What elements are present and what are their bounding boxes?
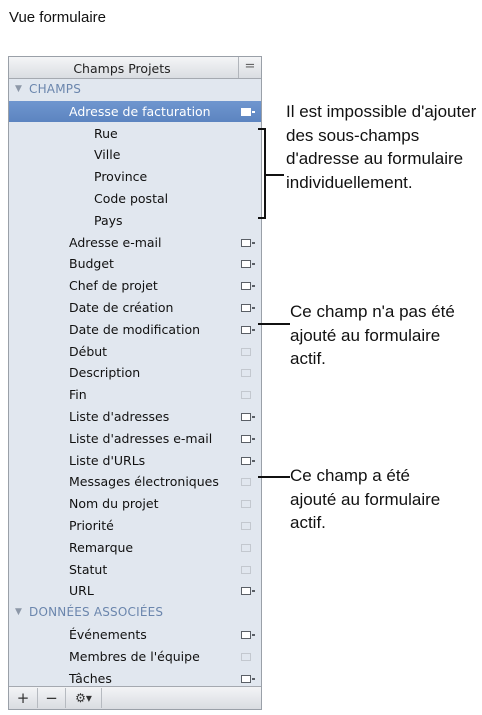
fields-tree[interactable]: ▼ CHAMPS Adresse de facturation Rue Ville Pro… <box>9 79 261 686</box>
row-label: Chef de projet <box>69 278 158 294</box>
field-not-on-form-icon <box>241 652 251 661</box>
field-row[interactable]: Date de création <box>9 297 261 318</box>
field-row[interactable]: Description <box>9 362 261 383</box>
row-label: Tâches <box>69 670 112 686</box>
section-header[interactable]: ▼ CHAMPS <box>9 79 261 100</box>
field-row[interactable]: Événements <box>9 624 261 645</box>
page-title: Vue formulaire <box>9 9 106 26</box>
row-label: Budget <box>69 256 114 272</box>
field-row[interactable]: Nom du projet <box>9 493 261 514</box>
field-row[interactable]: Priorité <box>9 515 261 536</box>
field-on-form-icon <box>241 282 255 291</box>
callout-address-subfields: Il est impossible d'ajouter des sous-cha… <box>286 102 477 192</box>
field-not-on-form-icon <box>241 478 251 487</box>
field-on-form-icon <box>241 260 255 269</box>
row-label: Fin <box>69 387 87 403</box>
field-on-form-icon <box>241 325 255 334</box>
subfield-row[interactable]: Ville <box>9 144 261 165</box>
callout-bracket-top <box>258 128 266 130</box>
callout-field-not-added: Ce champ n'a pas été ajouté au formulair… <box>290 302 455 368</box>
row-label: CHAMPS <box>29 82 82 96</box>
field-on-form-icon <box>241 674 255 683</box>
field-row[interactable]: Début <box>9 341 261 362</box>
add-field-button[interactable]: + <box>9 688 38 708</box>
field-row[interactable]: Liste d'adresses <box>9 406 261 427</box>
panel-title: Champs Projets <box>73 61 171 76</box>
subfield-row[interactable]: Pays <box>9 210 261 231</box>
field-row[interactable]: Adresse e-mail <box>9 232 261 253</box>
field-on-form-icon <box>241 631 255 639</box>
field-row[interactable]: Membres de l'équipe <box>9 646 261 667</box>
field-not-on-form-icon <box>241 500 251 509</box>
row-label: Événements <box>69 627 147 642</box>
field-row[interactable]: Chef de projet <box>9 275 261 296</box>
panel-header: Champs Projets = <box>9 57 261 79</box>
row-label: Début <box>69 343 108 359</box>
field-on-form-icon <box>241 413 255 421</box>
row-label: Rue <box>94 125 118 141</box>
subfield-row[interactable]: Rue <box>9 123 261 144</box>
row-label: Liste d'adresses <box>69 409 170 424</box>
row-label: Priorité <box>69 518 114 533</box>
field-row[interactable]: Remarque <box>9 537 261 558</box>
field-row[interactable]: Statut <box>9 559 261 580</box>
field-on-form-icon <box>241 456 255 465</box>
field-not-on-form-icon <box>241 543 251 552</box>
row-label: Liste d'URLs <box>69 452 146 468</box>
callout-leader-added <box>258 476 290 478</box>
subfield-row[interactable]: Province <box>9 166 261 187</box>
field-row[interactable]: Budget <box>9 253 261 274</box>
row-label: Remarque <box>69 539 134 555</box>
field-row[interactable]: Liste d'URLs <box>9 450 261 471</box>
callout-field-added: Ce champ a été ajouté au formulaire acti… <box>290 466 441 532</box>
field-on-form-icon <box>241 304 255 312</box>
disclosure-triangle-icon[interactable]: ▼ <box>15 607 22 617</box>
section-header[interactable]: ▼ DONNÉES ASSOCIÉES <box>9 602 261 623</box>
field-on-form-icon <box>241 587 255 596</box>
field-row[interactable]: Date de modification <box>9 319 261 340</box>
field-row[interactable]: URL <box>9 580 261 601</box>
row-label: Adresse e-mail <box>69 234 162 250</box>
field-row[interactable]: Adresse de facturation <box>9 100 261 122</box>
callout-bracket-connector <box>266 174 284 176</box>
panel-footer: + − ⚙▾ <box>9 686 261 709</box>
row-label: Ville <box>94 147 121 163</box>
disclosure-triangle-icon[interactable]: ▼ <box>15 84 22 94</box>
field-row[interactable]: Fin <box>9 384 261 405</box>
field-not-on-form-icon <box>241 347 251 356</box>
field-on-form-icon <box>241 434 255 443</box>
row-label: Messages électroniques <box>69 474 219 490</box>
field-not-on-form-icon <box>241 522 251 530</box>
row-label: DONNÉES ASSOCIÉES <box>29 605 164 620</box>
row-label: Adresse de facturation <box>69 103 211 119</box>
row-label: Date de modification <box>69 321 201 337</box>
row-label: Code postal <box>94 191 169 206</box>
row-label: Province <box>94 169 148 185</box>
field-row[interactable]: Liste d'adresses e-mail <box>9 428 261 449</box>
callout-bracket-bottom <box>258 217 266 219</box>
gear-action-menu-button[interactable]: ⚙▾ <box>66 688 102 708</box>
fields-panel: Champs Projets = ▼ CHAMPS Adresse de factu… <box>8 56 262 710</box>
row-label: Date de création <box>69 300 174 315</box>
field-on-form-icon <box>241 107 255 116</box>
row-label: URL <box>69 583 94 599</box>
callout-leader-not-added <box>258 323 290 325</box>
row-label: Statut <box>69 561 108 577</box>
field-row[interactable]: Messages électroniques <box>9 471 261 492</box>
field-row[interactable]: Tâches <box>9 668 261 686</box>
field-on-form-icon <box>241 238 255 247</box>
subfield-row[interactable]: Code postal <box>9 188 261 209</box>
row-label: Liste d'adresses e-mail <box>69 430 213 446</box>
row-label: Nom du projet <box>69 496 159 512</box>
panel-menu-button[interactable]: = <box>238 57 261 78</box>
field-not-on-form-icon <box>241 565 251 574</box>
field-not-on-form-icon <box>241 391 251 400</box>
row-label: Pays <box>94 212 123 228</box>
row-label: Description <box>69 365 141 381</box>
row-label: Membres de l'équipe <box>69 648 200 664</box>
remove-field-button[interactable]: − <box>38 688 66 708</box>
field-not-on-form-icon <box>241 369 251 378</box>
